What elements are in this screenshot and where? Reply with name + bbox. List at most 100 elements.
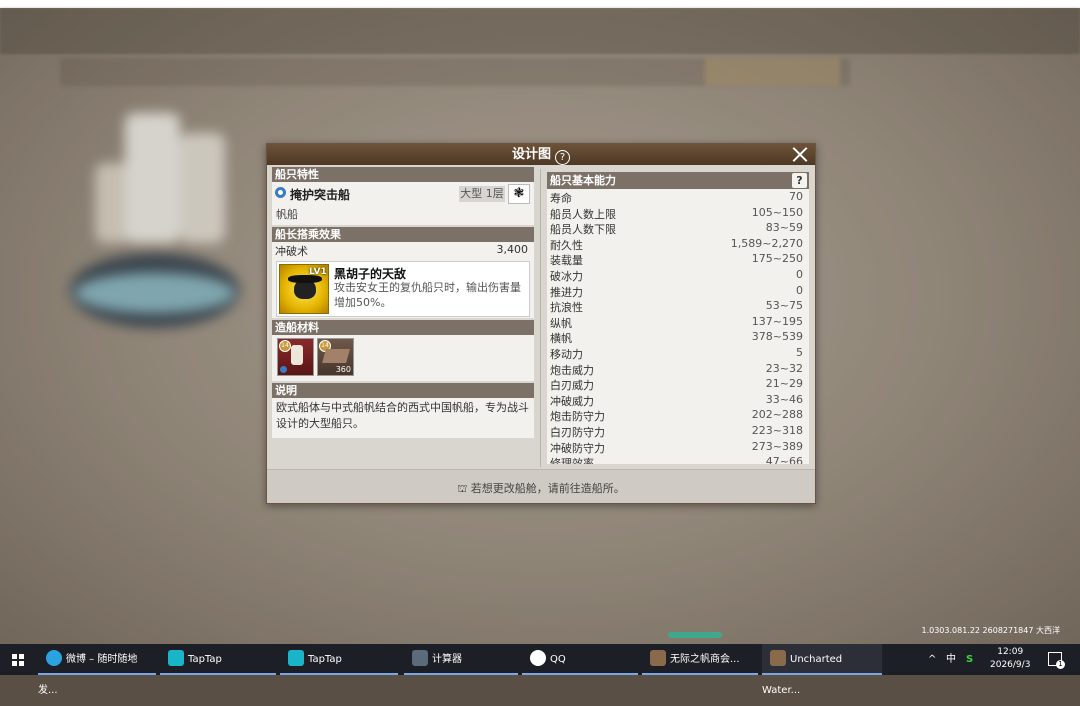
stat-label: 船员人数上限 <box>550 207 616 221</box>
tray-chevron-icon[interactable]: ^ <box>928 644 936 675</box>
ime-indicator[interactable]: 中 <box>946 644 956 675</box>
skill-row: 冲破术 3,400 <box>272 242 534 258</box>
section-header-description: 说明 <box>272 383 534 398</box>
section-header-captain-effect: 船长搭乘效果 <box>272 227 534 242</box>
material-quantity: 360 <box>335 365 351 374</box>
taskbar-item-label: 无际之帆商会... <box>670 654 740 665</box>
stat-value: 53~75 <box>765 299 803 313</box>
stat-value: 5 <box>796 345 803 359</box>
section-header-materials: 造船材料 <box>272 320 534 335</box>
stat-value: 175~250 <box>751 252 803 266</box>
taskbar-item-label: TapTap <box>188 654 222 665</box>
stat-label: 推进力 <box>550 285 583 299</box>
ship-parts-button[interactable]: ❃ <box>508 184 530 204</box>
stat-label: 白刃威力 <box>550 379 594 393</box>
stats-list[interactable]: 寿命 70 船员人数上限 105~150 船员人数下限 83~59 耐久性 1,589~2,2… <box>547 189 809 464</box>
stat-row: 炮击防守力 202~288 <box>547 407 809 423</box>
footer-hint: ⛫ 若想更改船舱，请前往造船所。 <box>267 480 815 497</box>
version-label: 1.0303.081.22 2608271847 大西洋 <box>921 626 1060 635</box>
game-bottom-tab-hint <box>668 632 722 638</box>
blackbeard-skull-icon: LV1 <box>279 264 329 314</box>
stat-row: 装载量 175~250 <box>547 251 809 267</box>
ship-size-badge: 大型 1层 <box>459 186 505 202</box>
ability-level: LV1 <box>309 267 327 277</box>
close-icon[interactable] <box>791 145 809 163</box>
ship-icon <box>291 345 303 365</box>
window-titlebar <box>0 0 1080 8</box>
taskbar-item[interactable]: 无际之帆商会... <box>642 644 758 675</box>
stat-value: 0 <box>796 267 803 281</box>
stat-value: 1,589~2,270 <box>730 236 803 250</box>
taptap-icon <box>288 650 304 666</box>
stat-label: 船员人数下限 <box>550 223 616 237</box>
stat-row: 船员人数下限 83~59 <box>547 220 809 236</box>
right-column: 船只基本能力 ? 寿命 70 船员人数上限 105~150 船员人数下限 83~59 耐久性… <box>547 172 809 464</box>
taskbar-item[interactable]: Uncharted Water... <box>762 644 882 696</box>
stat-row: 横帆 378~539 <box>547 329 809 345</box>
stat-label: 抗浪性 <box>550 301 583 315</box>
stat-label: 冲破防守力 <box>550 441 605 455</box>
taskbar-item[interactable]: 微博 – 随时随地发... <box>38 644 156 696</box>
cloth-icon <box>322 349 350 363</box>
stat-row: 抗浪性 53~75 <box>547 298 809 314</box>
stats-help-button[interactable]: ? <box>792 173 807 188</box>
dialog-header: 设计图? <box>267 144 815 165</box>
stat-row: 纵帆 137~195 <box>547 314 809 330</box>
sogou-s-icon[interactable]: S <box>966 644 973 675</box>
material-cloth[interactable]: 14 360 <box>317 338 354 376</box>
stat-label: 炮击威力 <box>550 363 594 377</box>
shipyard-icon: ⛫ <box>457 482 468 495</box>
stat-label: 修理效率 <box>550 457 594 464</box>
stat-row: 冲破防守力 273~389 <box>547 439 809 455</box>
stat-value: 137~195 <box>751 314 803 328</box>
material-ship-blueprint[interactable]: 14 <box>277 338 314 376</box>
stat-label: 破冰力 <box>550 269 583 283</box>
stat-label: 耐久性 <box>550 238 583 252</box>
stat-row: 推进力 0 <box>547 283 809 299</box>
left-column: 船只特性 掩护突击船 大型 1层 ❃ 帆船 船长搭乘效果 冲破术 3,400 L… <box>272 167 534 438</box>
stat-value: 70 <box>789 190 803 203</box>
taskbar-item[interactable]: TapTap <box>160 644 276 675</box>
description-text: 欧式船体与中式船帆结合的西式中国帆船，专为战斗设计的大型船只。 <box>272 398 534 438</box>
footer-hint-text: 若想更改船舱，请前往造船所。 <box>470 482 625 495</box>
section-header-ship-traits: 船只特性 <box>272 167 534 182</box>
stat-label: 炮击防守力 <box>550 410 605 424</box>
stat-value: 202~288 <box>751 408 803 422</box>
stat-label: 纵帆 <box>550 316 572 330</box>
stat-label: 移动力 <box>550 347 583 361</box>
stat-row: 冲破威力 33~46 <box>547 392 809 408</box>
taskbar-item-label: 计算器 <box>432 654 462 665</box>
taskbar-item-label: QQ <box>550 654 566 665</box>
ship-type: 帆船 <box>276 208 298 221</box>
ability-card[interactable]: LV1 黑胡子的天敌 攻击安女王的复仇船只时，输出伤害量增加50%。 <box>276 261 530 317</box>
ability-description: 攻击安女王的复仇船只时，输出伤害量增加50%。 <box>334 281 521 309</box>
taskbar-item-label: TapTap <box>308 654 342 665</box>
stat-row: 船员人数上限 105~150 <box>547 205 809 221</box>
stat-row: 白刃威力 21~29 <box>547 376 809 392</box>
taskbar-item[interactable]: 计算器 <box>404 644 518 675</box>
taskbar-item[interactable]: QQ <box>522 644 638 675</box>
ship-traits-body: 掩护突击船 大型 1层 ❃ 帆船 <box>272 182 534 225</box>
stat-label: 冲破威力 <box>550 394 594 408</box>
dialog-title: 设计图 <box>511 147 551 162</box>
system-clock[interactable]: 12:09 2026/9/3 <box>990 646 1030 672</box>
stat-value: 0 <box>796 283 803 297</box>
ship-name: 掩护突击船 <box>290 188 351 202</box>
stat-value: 105~150 <box>751 205 803 219</box>
stat-value: 33~46 <box>765 392 803 406</box>
help-icon[interactable]: ? <box>555 150 570 165</box>
stat-row: 耐久性 1,589~2,270 <box>547 236 809 252</box>
taskbar-item[interactable]: TapTap <box>280 644 398 675</box>
edge-icon <box>46 650 62 666</box>
stat-value: 223~318 <box>751 423 803 437</box>
notification-count: 1 <box>1056 660 1065 669</box>
windows-start-icon[interactable] <box>12 654 24 666</box>
stat-row: 白刃防守力 223~318 <box>547 423 809 439</box>
ship-name-row: 掩护突击船 大型 1层 ❃ <box>272 182 534 205</box>
captain-effect-body: 冲破术 3,400 LV1 黑胡子的天敌 攻击安女王的复仇船只时，输出伤害量增加… <box>272 242 534 318</box>
gear-icon: ❃ <box>513 186 525 201</box>
ship-class-icon <box>280 366 287 373</box>
stat-label: 白刃防守力 <box>550 425 605 439</box>
materials-body: 14 14 360 <box>272 335 534 381</box>
section-header-base-stats: 船只基本能力 ? <box>547 172 809 189</box>
